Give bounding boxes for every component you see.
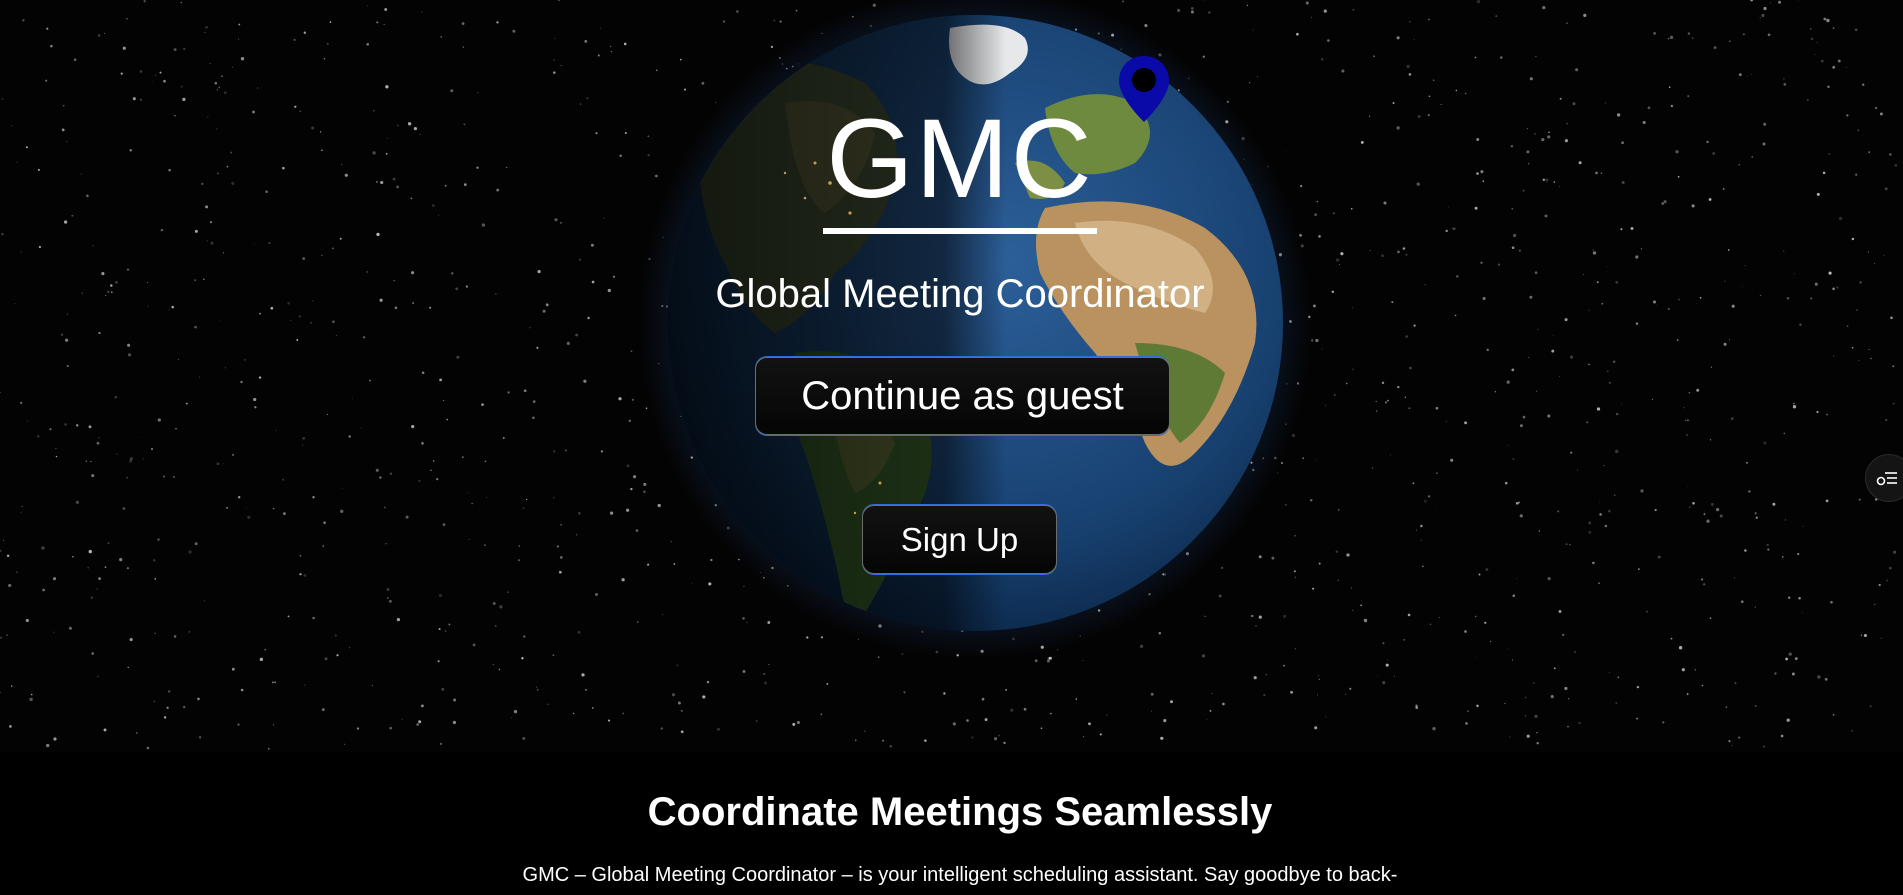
about-text: GMC – Global Meeting Coordinator – is yo…: [522, 864, 1398, 886]
continue-as-guest-button[interactable]: Continue as guest: [755, 357, 1170, 435]
hero-section: GMC Global Meeting Coordinator Continue …: [0, 0, 1903, 752]
continue-as-guest-label: Continue as guest: [801, 373, 1124, 418]
settings-list-icon: [1876, 472, 1897, 486]
logo-text: GMC: [826, 96, 1094, 221]
about-heading: Coordinate Meetings Seamlessly: [647, 790, 1273, 834]
app-subtitle: Global Meeting Coordinator: [715, 272, 1205, 316]
sign-up-label: Sign Up: [900, 520, 1019, 558]
logo-underline: [823, 228, 1097, 234]
sign-up-button[interactable]: Sign Up: [862, 505, 1057, 574]
